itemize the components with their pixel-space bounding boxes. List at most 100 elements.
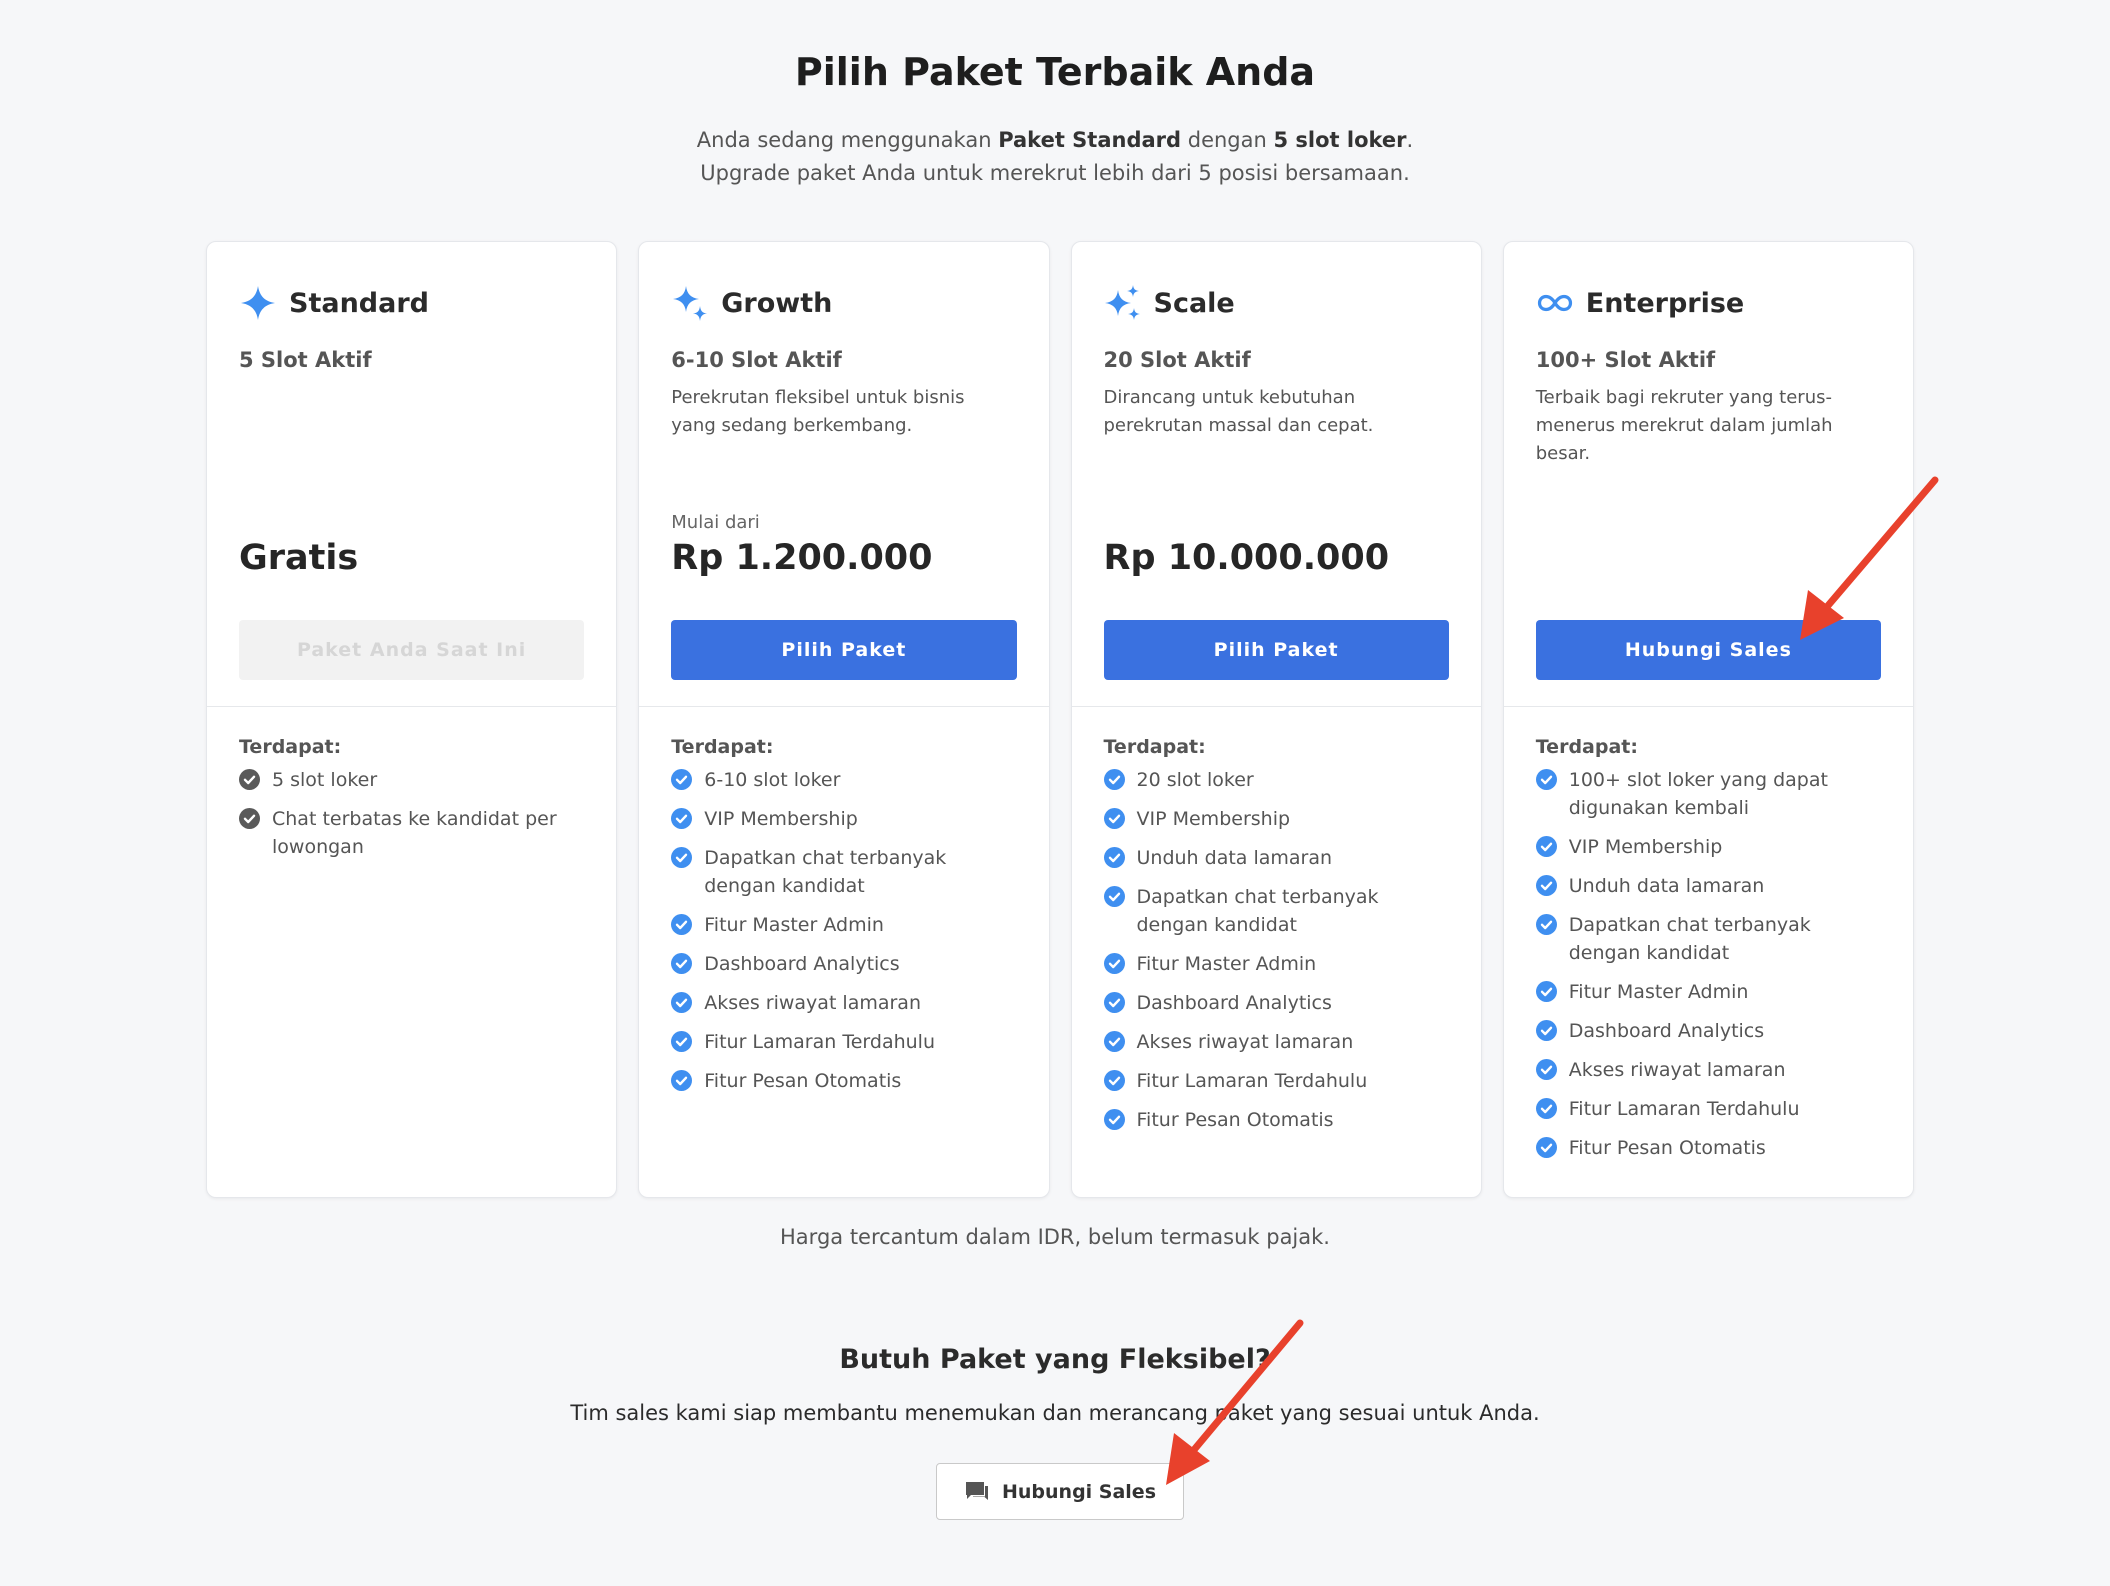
plan-heading: Standard — [239, 284, 429, 322]
feature-text: Dashboard Analytics — [1136, 992, 1332, 1014]
check-circle-icon — [671, 847, 693, 868]
check-circle-icon — [1103, 1031, 1125, 1052]
plan-features: Terdapat: 20 slot loker VIP Membership U… — [1103, 736, 1451, 1145]
feature-item: 5 slot loker — [239, 766, 586, 794]
plan-card-standard: Standard 5 Slot Aktif Gratis Paket Anda … — [206, 241, 618, 1198]
check-circle-icon — [671, 1070, 693, 1091]
feature-text: Akses riwayat lamaran — [1568, 1059, 1786, 1081]
feature-text: VIP Membership — [1136, 808, 1291, 830]
plan-heading: Growth — [671, 284, 832, 322]
feature-text: 5 slot loker — [272, 769, 378, 791]
feature-text: Fitur Lamaran Terdahulu — [1136, 1070, 1368, 1092]
feature-item: Fitur Pesan Otomatis — [1535, 1134, 1883, 1162]
feature-text: 100+ slot loker yang dapat digunakan kem… — [1568, 769, 1828, 819]
sparkles-icon — [671, 284, 709, 322]
feature-item: VIP Membership — [1535, 833, 1883, 861]
check-circle-icon — [671, 1031, 693, 1052]
feature-item: Akses riwayat lamaran — [1103, 1028, 1451, 1056]
feature-item: Dapatkan chat terbanyak dengan kandidat — [671, 844, 1018, 900]
feature-text: Fitur Master Admin — [704, 914, 884, 936]
check-circle-icon — [671, 769, 693, 790]
check-circle-icon — [1103, 847, 1125, 868]
check-circle-icon — [1535, 875, 1557, 896]
feature-text: Fitur Lamaran Terdahulu — [1568, 1098, 1800, 1120]
feature-text: VIP Membership — [704, 808, 858, 830]
feature-item: Fitur Lamaran Terdahulu — [1103, 1067, 1451, 1095]
plan-price: Rp 1.200.000 — [671, 538, 933, 578]
multi-sparkles-icon — [1104, 284, 1142, 322]
feature-text: Akses riwayat lamaran — [704, 992, 921, 1014]
feature-text: Dashboard Analytics — [1568, 1020, 1765, 1042]
subtitle-line-2: Upgrade paket Anda untuk merekrut lebih … — [700, 161, 1410, 185]
feature-item: Dashboard Analytics — [1103, 989, 1451, 1017]
contact-sales-button[interactable]: Hubungi Sales — [1535, 620, 1881, 680]
check-circle-icon — [1103, 953, 1125, 974]
feature-text: Fitur Master Admin — [1568, 981, 1749, 1003]
feature-item: Fitur Master Admin — [671, 911, 1018, 939]
feature-item: Fitur Pesan Otomatis — [671, 1067, 1018, 1095]
check-circle-icon — [1103, 886, 1125, 907]
feature-item: 6-10 slot loker — [671, 766, 1018, 794]
check-circle-icon — [239, 808, 260, 829]
plan-description: Perekrutan fleksibel untuk bisnis yang s… — [671, 387, 965, 436]
check-circle-icon — [1535, 1059, 1557, 1080]
plan-slot-count: 20 Slot Aktif — [1103, 348, 1251, 372]
plan-features: Terdapat: 5 slot loker Chat terbatas ke … — [239, 736, 586, 872]
feature-item: Akses riwayat lamaran — [1535, 1056, 1883, 1084]
pricing-note: Harga tercantum dalam IDR, belum termasu… — [780, 1225, 1330, 1249]
feature-item: Fitur Pesan Otomatis — [1103, 1106, 1451, 1134]
plan-price: Gratis — [239, 538, 359, 578]
plan-name: Standard — [289, 287, 429, 319]
current-slot-count: 5 slot loker — [1273, 128, 1407, 152]
plan-card-header: Standard 5 Slot Aktif Gratis Paket Anda … — [207, 242, 617, 707]
features-label: Terdapat: — [1535, 736, 1638, 758]
feature-text: Unduh data lamaran — [1568, 875, 1765, 897]
sparkle-icon — [239, 284, 277, 322]
plan-heading: Scale — [1104, 284, 1235, 322]
feature-item: VIP Membership — [1103, 805, 1451, 833]
plan-name: Enterprise — [1585, 287, 1745, 319]
plan-card-header: Scale 20 Slot Aktif Dirancang untuk kebu… — [1071, 242, 1481, 707]
plan-cards: Standard 5 Slot Aktif Gratis Paket Anda … — [206, 241, 1914, 1198]
feature-item: VIP Membership — [671, 805, 1018, 833]
check-circle-icon — [1103, 769, 1125, 790]
check-circle-icon — [671, 808, 693, 829]
plan-card-enterprise: Enterprise 100+ Slot Aktif Terbaik bagi … — [1502, 241, 1914, 1198]
check-circle-icon — [1535, 836, 1557, 857]
infinity-icon — [1536, 284, 1574, 322]
plan-name: Growth — [721, 287, 833, 319]
feature-text: VIP Membership — [1568, 836, 1723, 858]
feature-item: Unduh data lamaran — [1535, 872, 1883, 900]
feature-text: Fitur Pesan Otomatis — [1136, 1109, 1334, 1131]
price-prefix: Mulai dari — [671, 512, 760, 533]
page-title: Pilih Paket Terbaik Anda — [794, 50, 1316, 94]
features-label: Terdapat: — [671, 736, 774, 758]
current-plan-button: Paket Anda Saat Ini — [239, 620, 585, 680]
feature-text: Chat terbatas ke kandidat per lowongan — [272, 808, 557, 858]
check-circle-icon — [671, 914, 693, 935]
choose-plan-button[interactable]: Pilih Paket — [671, 620, 1017, 680]
feature-item: Fitur Master Admin — [1535, 978, 1883, 1006]
feature-text: 6-10 slot loker — [704, 769, 841, 791]
plan-description: Terbaik bagi rekruter yang terus-menerus… — [1535, 387, 1833, 464]
plan-heading: Enterprise — [1536, 284, 1744, 322]
plan-price: Rp 10.000.000 — [1103, 538, 1390, 578]
features-label: Terdapat: — [239, 736, 342, 758]
plan-slot-count: 6-10 Slot Aktif — [671, 348, 842, 372]
contact-sales-secondary-button[interactable]: Hubungi Sales — [936, 1463, 1184, 1520]
feature-item: Fitur Lamaran Terdahulu — [671, 1028, 1018, 1056]
plan-card-header: Enterprise 100+ Slot Aktif Terbaik bagi … — [1503, 242, 1913, 707]
plan-card-scale: Scale 20 Slot Aktif Dirancang untuk kebu… — [1070, 241, 1482, 1198]
feature-text: Dashboard Analytics — [704, 953, 900, 975]
plan-features: Terdapat: 100+ slot loker yang dapat dig… — [1535, 736, 1883, 1173]
feature-item: Akses riwayat lamaran — [671, 989, 1018, 1017]
feature-text: Fitur Lamaran Terdahulu — [704, 1031, 935, 1053]
feature-item: Dashboard Analytics — [671, 950, 1018, 978]
check-circle-icon — [671, 953, 693, 974]
choose-plan-button[interactable]: Pilih Paket — [1103, 620, 1449, 680]
contact-sales-label: Hubungi Sales — [1001, 1480, 1157, 1503]
feature-text: Fitur Pesan Otomatis — [704, 1070, 902, 1092]
subtitle-line-1: Anda sedang menggunakan Paket Standard d… — [0, 124, 2110, 157]
check-circle-icon — [1535, 1098, 1557, 1119]
current-plan-name: Paket Standard — [998, 128, 1182, 152]
